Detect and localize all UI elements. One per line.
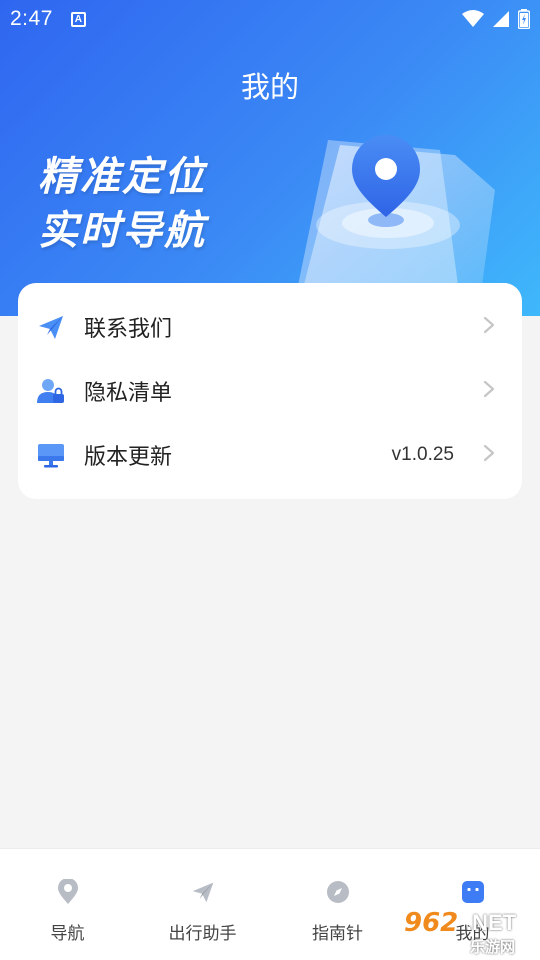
status-time: 2:47 bbox=[10, 7, 53, 30]
map-pin-illustration bbox=[295, 135, 495, 300]
notification-a-icon: A bbox=[70, 11, 86, 27]
slogan-line-1: 精准定位 bbox=[38, 154, 206, 200]
location-pin-icon bbox=[55, 879, 81, 905]
signal-icon bbox=[493, 11, 509, 27]
chevron-right-icon bbox=[482, 443, 496, 467]
profile-header: 2:47 A 我的 精准定位 实时导航 bbox=[0, 0, 540, 316]
nav-label: 出行助手 bbox=[168, 924, 237, 944]
nav-tab-travel-assistant[interactable]: 出行助手 bbox=[135, 849, 270, 960]
menu-item-label: 版本更新 bbox=[84, 445, 173, 470]
user-lock-icon bbox=[36, 376, 66, 406]
monitor-icon bbox=[36, 440, 66, 470]
watermark-net: .NET bbox=[466, 910, 517, 935]
paper-plane-icon bbox=[36, 312, 66, 342]
page-title: 我的 bbox=[240, 70, 299, 104]
menu-item-privacy-list[interactable]: 隐私清单 bbox=[18, 359, 522, 423]
nav-label: 导航 bbox=[50, 924, 85, 944]
watermark-number: 962 bbox=[404, 908, 459, 938]
nav-tab-compass[interactable]: 指南针 bbox=[270, 849, 405, 960]
profile-face-icon bbox=[460, 879, 486, 905]
version-number: v1.0.25 bbox=[391, 444, 454, 465]
watermark-subtitle: 乐游网 bbox=[470, 938, 516, 956]
menu-item-version-update[interactable]: 版本更新 v1.0.25 bbox=[18, 423, 522, 487]
status-icons bbox=[462, 9, 530, 29]
wifi-icon bbox=[462, 10, 484, 27]
menu-item-label: 隐私清单 bbox=[84, 381, 173, 406]
watermark-logo: 962 .NET 乐游网 bbox=[398, 908, 538, 958]
settings-card: 联系我们 隐私清单 版本更新 v1.0.25 bbox=[18, 283, 522, 499]
nav-label: 指南针 bbox=[312, 924, 363, 944]
menu-item-label: 联系我们 bbox=[84, 317, 173, 342]
chevron-right-icon bbox=[482, 315, 496, 339]
nav-tab-navigation[interactable]: 导航 bbox=[0, 849, 135, 960]
slogan: 精准定位 实时导航 bbox=[38, 150, 206, 258]
compass-icon bbox=[325, 879, 351, 905]
paper-plane-icon bbox=[190, 879, 216, 905]
menu-item-contact-us[interactable]: 联系我们 bbox=[18, 295, 522, 359]
status-bar: 2:47 A bbox=[0, 0, 540, 38]
chevron-right-icon bbox=[482, 379, 496, 403]
slogan-line-2: 实时导航 bbox=[38, 208, 206, 254]
battery-icon bbox=[518, 9, 530, 29]
